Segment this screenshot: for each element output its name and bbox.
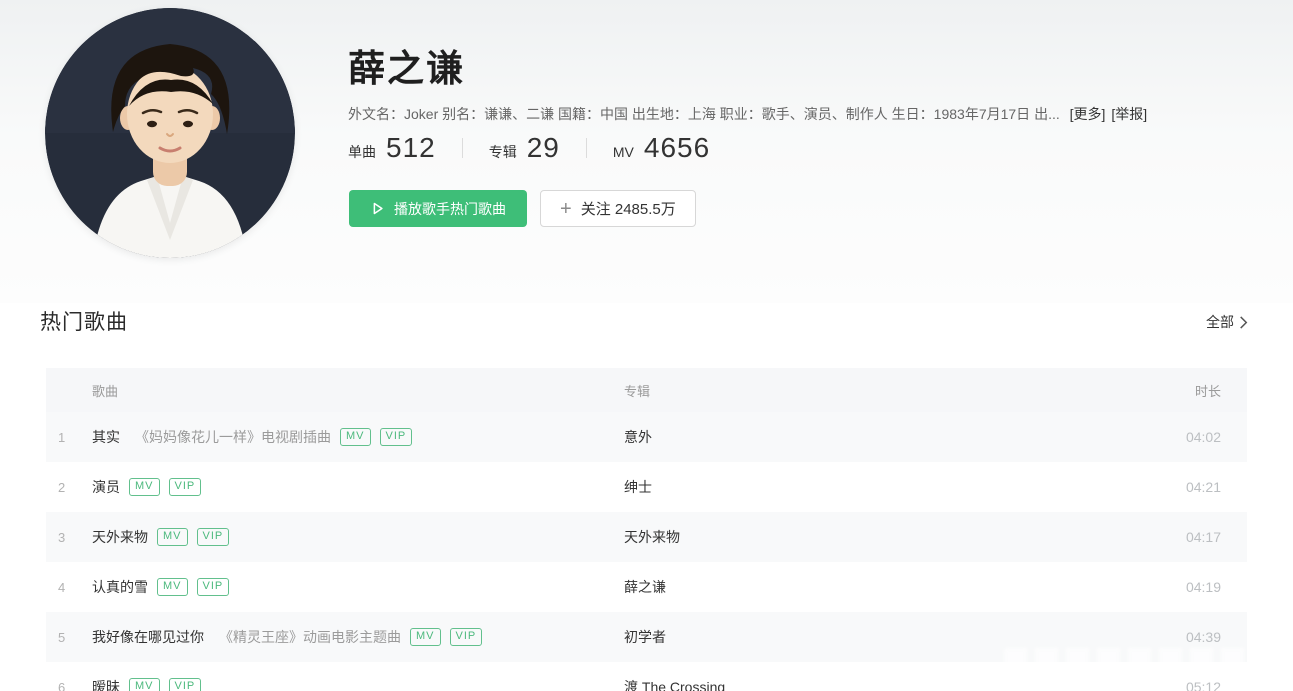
table-row[interactable]: 5 我好像在哪见过你 《精灵王座》动画电影主题曲 MV VIP 初学者 04:3… [46,612,1247,662]
stat-mv-value: 4656 [643,132,711,163]
report-link[interactable]: [举报] [1111,106,1147,122]
song-title[interactable]: 其实 [92,427,120,447]
row-index: 2 [58,479,66,495]
table-row[interactable]: 1 其实 《妈妈像花儿一样》电视剧插曲 MV VIP 意外 04:02 [46,412,1247,462]
artist-page: 薛之谦 外文名：Joker 别名：谦谦、二谦 国籍：中国 出生地：上海 职业：歌… [0,0,1293,691]
mv-badge[interactable]: MV [410,627,441,647]
table-header: 歌曲 专辑 时长 [46,368,1247,412]
more-link[interactable]: [更多] [1070,106,1106,122]
duration-cell: 04:19 [1185,579,1221,595]
duration-cell: 04:02 [1185,429,1221,445]
song-cell: 暧昧 MV VIP [92,677,624,691]
follow-button-label: 关注 2485.5万 [580,201,676,218]
artist-actions: 播放歌手热门歌曲 + 关注 2485.5万 [349,190,696,227]
play-button-label: 播放歌手热门歌曲 [394,200,506,217]
row-index: 4 [58,579,66,595]
row-index: 1 [58,429,66,445]
song-subtitle: 《妈妈像花儿一样》电视剧插曲 [135,429,331,445]
duration-cell: 04:17 [1185,529,1221,545]
header-duration: 时长 [1194,383,1221,399]
mv-badge[interactable]: MV [340,427,371,447]
stat-mv-label: MV [612,144,634,160]
artist-hero: 薛之谦 外文名：Joker 别名：谦谦、二谦 国籍：中国 出生地：上海 职业：歌… [0,0,1293,303]
song-title[interactable]: 天外来物 [92,527,148,547]
artist-photo [45,8,295,258]
view-all-label: 全部 [1206,314,1234,330]
album-cell[interactable]: 意外 [624,427,1151,447]
song-title[interactable]: 我好像在哪见过你 [92,627,204,647]
duration-cell: 04:39 [1185,629,1221,645]
song-cell: 其实 《妈妈像花儿一样》电视剧插曲 MV VIP [92,427,624,447]
play-hot-songs-button[interactable]: 播放歌手热门歌曲 [349,190,527,227]
stat-divider [585,138,587,158]
mv-badge[interactable]: MV [157,527,188,547]
song-cell: 我好像在哪见过你 《精灵王座》动画电影主题曲 MV VIP [92,627,624,647]
play-icon [370,201,385,216]
stat-singles-value: 512 [386,132,436,163]
stat-singles-label: 单曲 [348,144,376,160]
album-cell[interactable]: 绅士 [624,477,1151,497]
row-index: 6 [58,679,66,691]
stat-albums-label: 专辑 [488,144,517,160]
album-cell[interactable]: 渡 The Crossing [624,677,1151,691]
vip-badge: VIP [449,627,483,647]
table-row[interactable]: 6 暧昧 MV VIP 渡 The Crossing 05:12 [46,662,1247,691]
stat-albums-value: 29 [526,132,560,163]
header-album: 专辑 [624,383,651,399]
table-row[interactable]: 3 天外来物 MV VIP 天外来物 04:17 [46,512,1247,562]
table-row[interactable]: 4 认真的雪 MV VIP 薛之谦 04:19 [46,562,1247,612]
vip-badge: VIP [196,527,230,547]
artist-info: 外文名：Joker 别名：谦谦、二谦 国籍：中国 出生地：上海 职业：歌手、演员… [348,104,1147,124]
vip-badge: VIP [168,677,202,691]
duration-cell: 05:12 [1185,679,1221,691]
mv-badge[interactable]: MV [157,577,188,597]
row-index: 5 [58,629,66,645]
view-all-link[interactable]: 全部 [1206,312,1249,332]
hot-songs-table: 歌曲 专辑 时长 1 其实 《妈妈像花儿一样》电视剧插曲 MV VIP 意外 0… [46,368,1247,691]
vip-badge: VIP [168,477,202,497]
song-cell: 天外来物 MV VIP [92,527,624,547]
song-subtitle: 《精灵王座》动画电影主题曲 [219,629,401,645]
follow-button[interactable]: + 关注 2485.5万 [540,190,696,227]
song-title[interactable]: 认真的雪 [92,577,148,597]
header-song: 歌曲 [92,383,119,399]
mv-badge[interactable]: MV [129,677,160,691]
song-cell: 演员 MV VIP [92,477,624,497]
album-cell[interactable]: 薛之谦 [624,577,1151,597]
vip-badge: VIP [196,577,230,597]
row-index: 3 [58,529,66,545]
artist-stats: 单曲 512 专辑 29 MV 4656 [348,132,710,164]
plus-icon: + [560,197,572,220]
table-row[interactable]: 2 演员 MV VIP 绅士 04:21 [46,462,1247,512]
section-title: 热门歌曲 [40,311,128,334]
vip-badge: VIP [379,427,413,447]
artist-avatar[interactable] [45,8,295,258]
duration-cell: 04:21 [1185,479,1221,495]
song-cell: 认真的雪 MV VIP [92,577,624,597]
album-cell[interactable]: 天外来物 [624,527,1151,547]
chevron-right-icon [1238,315,1249,329]
album-cell[interactable]: 初学者 [624,627,1151,647]
stat-divider [461,138,463,158]
mv-badge[interactable]: MV [129,477,160,497]
song-title[interactable]: 暧昧 [92,677,120,691]
song-title[interactable]: 演员 [92,477,120,497]
artist-info-text: 外文名：Joker 别名：谦谦、二谦 国籍：中国 出生地：上海 职业：歌手、演员… [348,106,1060,122]
artist-name: 薛之谦 [348,48,465,89]
